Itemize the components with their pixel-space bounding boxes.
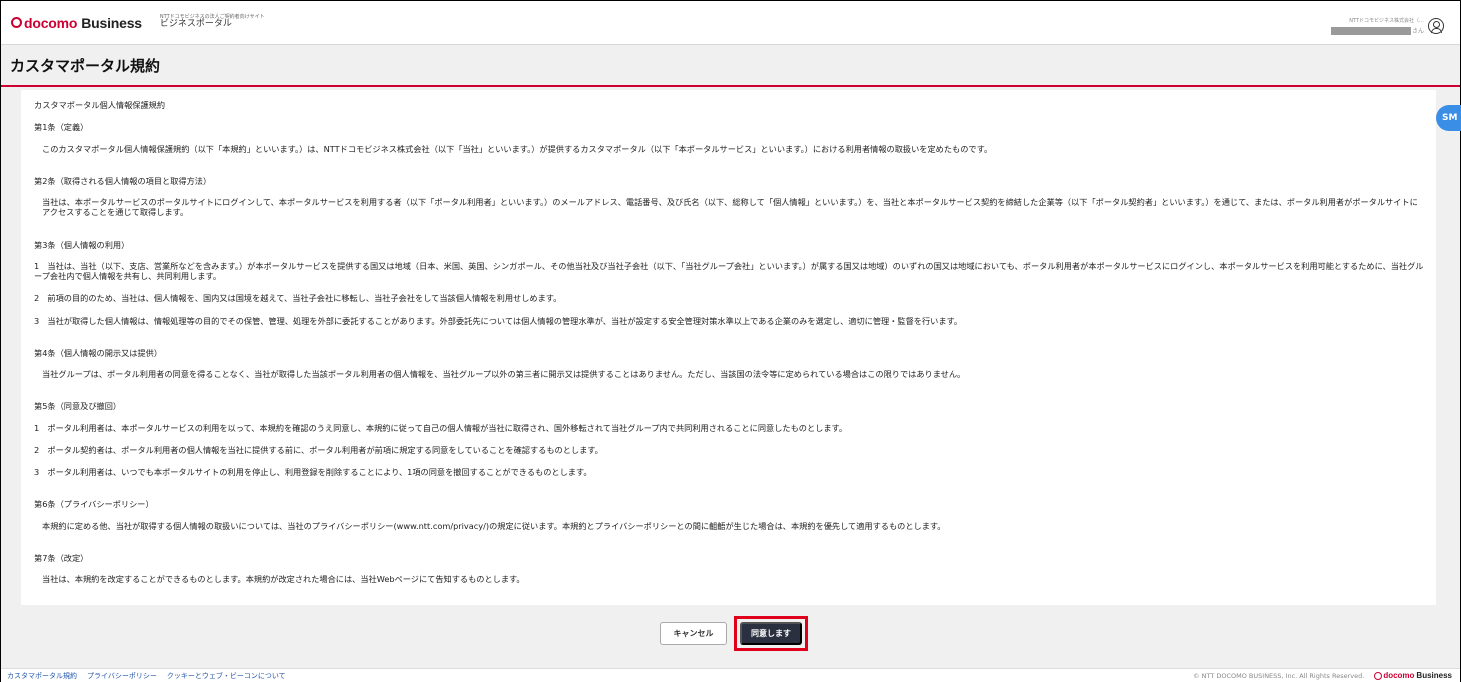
- article-3-item-3: 3 当社が取得した個人情報は、情報処理等の目的でその保管、管理、処理を外部に委託…: [34, 315, 963, 326]
- article-7-body: 当社は、本規約を改定することができるものとします。本規約が改定された場合には、当…: [42, 574, 525, 584]
- agree-button[interactable]: 同意します: [740, 622, 802, 645]
- article-5-item-1: 1 ポータル利用者は、本ポータルサービスの利用を以って、本規約を確認のうえ同意し…: [34, 422, 848, 433]
- copyright: © NTT DOCOMO BUSINESS, Inc. All Rights R…: [1193, 671, 1365, 680]
- article-6-heading: 第6条（プライバシーポリシー）: [34, 499, 154, 510]
- docomo-logo-icon: [11, 17, 22, 28]
- footer-right: © NTT DOCOMO BUSINESS, Inc. All Rights R…: [1193, 671, 1452, 680]
- article-6-body: 本規約に定める他、当社が取得する個人情報の取扱いについては、当社のプライバシーポ…: [42, 520, 946, 531]
- article-3-heading: 第3条（個人情報の利用）: [34, 239, 130, 250]
- action-buttons: キャンセル 同意します: [660, 616, 808, 651]
- user-company: NTTドコモビジネス株式会社（…: [1349, 18, 1424, 24]
- article-7-heading: 第7条（改定）: [34, 552, 89, 563]
- user-name-redacted: [1330, 26, 1411, 35]
- user-name-row: さん: [1330, 26, 1424, 35]
- cancel-button[interactable]: キャンセル: [660, 622, 727, 645]
- article-3-item-1: 1 当社は、当社（以下、支店、営業所などを含みます。）が本ポータルサービスを提供…: [34, 260, 1424, 281]
- site-title: ビジネスポータル: [159, 19, 232, 30]
- user-suffix: さん: [1411, 28, 1424, 35]
- footer-link-privacy[interactable]: プライバシーポリシー: [87, 671, 157, 681]
- page-title: カスタマポータル規約: [10, 57, 161, 75]
- footer-link-cookies[interactable]: クッキーとウェブ・ビーコンについて: [167, 671, 286, 681]
- article-2-heading: 第2条（取得される個人情報の項目と取得方法）: [34, 175, 212, 186]
- account-icon[interactable]: [1428, 18, 1444, 34]
- article-4-heading: 第4条（個人情報の開示又は提供）: [34, 347, 163, 358]
- terms-content: カスタマポータル個人情報保護規約 第1条（定義） このカスタマポータル個人情報保…: [21, 90, 1436, 605]
- app-header: docomo Business NTTドコモビジネスの法人ご契約者向けサイト ビジ…: [1, 1, 1460, 45]
- article-1-heading: 第1条（定義）: [34, 122, 89, 133]
- article-1-body: このカスタマポータル個人情報保護規約（以下「本規約」といいます。）は、NTTドコ…: [42, 143, 993, 154]
- page-title-bar: カスタマポータル規約: [1, 46, 1460, 87]
- docomo-business-logo[interactable]: docomo Business: [11, 15, 142, 31]
- user-menu[interactable]: NTTドコモビジネス株式会社（… さん: [1330, 17, 1444, 35]
- article-4-body: 当社グループは、ポータル利用者の同意を得ることなく、当社が取得した当該ポータル利…: [42, 369, 966, 379]
- site-name: NTTドコモビジネスの法人ご契約者向けサイト ビジネスポータル: [159, 14, 265, 30]
- article-2-body: 当社は、本ポータルサービスのポータルサイトにログインして、本ポータルサービスを利…: [42, 197, 1418, 218]
- article-5-item-2: 2 ポータル契約者は、ポータル利用者の個人情報を当社に提供する前に、ポータル利用…: [34, 444, 603, 455]
- agree-button-highlight: 同意します: [734, 616, 808, 651]
- footer-link-terms[interactable]: カスタマポータル規約: [7, 671, 77, 681]
- user-info: NTTドコモビジネス株式会社（… さん: [1330, 17, 1424, 35]
- article-3-item-2: 2 前項の目的のため、当社は、個人情報を、国内又は国境を越えて、当社子会社に移転…: [34, 293, 562, 304]
- footer-links: カスタマポータル規約 プライバシーポリシー クッキーとウェブ・ビーコンについて: [7, 671, 296, 681]
- footer-logo: docomo Business: [1374, 671, 1452, 680]
- app-footer: カスタマポータル規約 プライバシーポリシー クッキーとウェブ・ビーコンについて …: [1, 668, 1460, 682]
- terms-doc-title: カスタマポータル個人情報保護規約: [34, 100, 166, 110]
- docomo-logo-icon: [1374, 671, 1383, 680]
- side-panel-tab[interactable]: SM: [1436, 105, 1461, 131]
- logo-text: docomo Business: [24, 14, 142, 31]
- article-5-heading: 第5条（同意及び撤回）: [34, 401, 122, 412]
- article-5-item-3: 3 ポータル利用者は、いつでも本ポータルサイトの利用を停止し、利用登録を削除する…: [34, 467, 592, 477]
